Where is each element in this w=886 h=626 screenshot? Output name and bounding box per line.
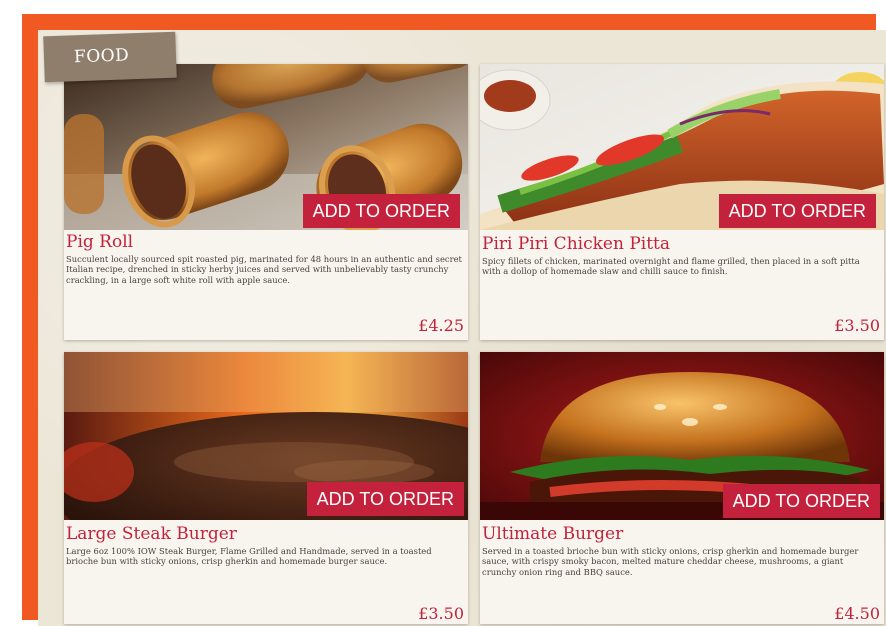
item-description: Succulent locally sourced spit roasted p… bbox=[66, 254, 462, 285]
section-tab-food[interactable]: FOOD bbox=[43, 31, 177, 83]
menu-item-ultimate-burger: ADD TO ORDER Ultimate Burger Served in a… bbox=[480, 352, 884, 624]
menu-item-pig-roll: ADD TO ORDER Pig Roll Succulent locally … bbox=[64, 64, 468, 340]
add-to-order-button[interactable]: ADD TO ORDER bbox=[302, 194, 460, 228]
item-price: £3.50 bbox=[834, 316, 880, 335]
item-description: Served in a toasted brioche bun with sti… bbox=[482, 546, 859, 577]
item-description: Spicy fillets of chicken, marinated over… bbox=[482, 256, 860, 277]
add-to-order-button[interactable]: ADD TO ORDER bbox=[306, 482, 464, 516]
item-title: Ultimate Burger bbox=[482, 524, 624, 544]
item-description: Large 6oz 100% IOW Steak Burger, Flame G… bbox=[66, 546, 432, 567]
add-to-order-button[interactable]: ADD TO ORDER bbox=[718, 194, 876, 228]
section-tab-label: FOOD bbox=[73, 45, 130, 68]
menu-item-piri-piri-chicken-pitta: ADD TO ORDER Piri Piri Chicken Pitta Spi… bbox=[480, 64, 884, 340]
item-title: Large Steak Burger bbox=[66, 524, 237, 544]
item-title: Pig Roll bbox=[66, 232, 134, 252]
menu-item-large-steak-burger: ADD TO ORDER Large Steak Burger Large 6o… bbox=[64, 352, 468, 624]
item-price: £4.50 bbox=[834, 604, 880, 623]
add-to-order-button[interactable]: ADD TO ORDER bbox=[722, 484, 880, 518]
item-price: £4.25 bbox=[418, 316, 464, 335]
item-title: Piri Piri Chicken Pitta bbox=[482, 234, 670, 254]
item-price: £3.50 bbox=[418, 604, 464, 623]
